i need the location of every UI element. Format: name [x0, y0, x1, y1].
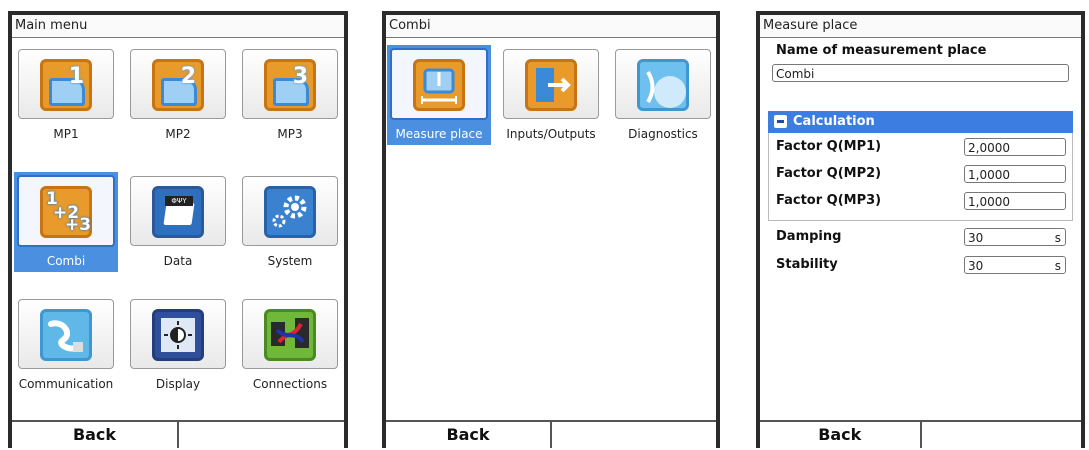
softkey-bar: Back [760, 420, 1081, 448]
tile-data[interactable]: Data [126, 172, 230, 272]
tile-communication[interactable]: Communication [14, 295, 118, 395]
softkey-right[interactable] [552, 422, 716, 448]
back-button[interactable]: Back [386, 422, 552, 448]
tile-label: Connections [252, 377, 328, 391]
softkey-right[interactable] [922, 422, 1082, 448]
communication-icon [40, 309, 92, 361]
gear-icon [264, 186, 316, 238]
inputs-outputs-icon [525, 59, 577, 111]
tile-label: Display [155, 377, 201, 391]
mp2-icon: 2 [152, 59, 204, 111]
folder-data-icon [152, 186, 204, 238]
combi-screen: Combi Measure place Inputs/Outputs Diagn… [382, 11, 720, 448]
tile-connections[interactable]: Connections [238, 295, 342, 395]
measure-place-icon [413, 59, 465, 111]
connections-icon [264, 309, 316, 361]
mp3-icon: 3 [264, 59, 316, 111]
tile-label: MP2 [165, 127, 191, 141]
factor-mp1-label: Factor Q(MP1) [776, 139, 882, 154]
tile-measure-place[interactable]: Measure place [387, 45, 491, 145]
tile-mp3[interactable]: 3 MP3 [238, 45, 342, 145]
tile-label: Measure place [387, 127, 491, 141]
mp1-icon: 1 [40, 59, 92, 111]
softkey-bar: Back [386, 420, 716, 448]
tile-label: Combi [14, 254, 118, 268]
damping-field[interactable]: 30 s [964, 228, 1066, 246]
tile-label: Communication [18, 377, 114, 391]
factor-mp2-field[interactable]: 1,0000 [964, 165, 1066, 183]
tile-system[interactable]: System [238, 172, 342, 272]
softkey-right[interactable] [179, 422, 344, 448]
back-button[interactable]: Back [12, 422, 179, 448]
tile-label: MP3 [277, 127, 303, 141]
tile-mp1[interactable]: 1 MP1 [14, 45, 118, 145]
factor-mp3-label: Factor Q(MP3) [776, 193, 882, 208]
collapse-icon[interactable] [774, 115, 787, 128]
screen-title: Main menu [12, 15, 344, 38]
name-field[interactable]: Combi [772, 64, 1069, 82]
tile-combi[interactable]: 1 +2 +3 Combi [14, 172, 118, 272]
combi-icon: 1 +2 +3 [40, 186, 92, 238]
tile-label: Data [163, 254, 193, 268]
factor-mp3-field[interactable]: 1,0000 [964, 192, 1066, 210]
diagnostics-icon [637, 59, 689, 111]
name-label: Name of measurement place [776, 43, 987, 58]
brightness-icon [152, 309, 204, 361]
stability-field[interactable]: 30 s [964, 256, 1066, 274]
tile-label: Inputs/Outputs [506, 127, 596, 141]
factor-mp2-label: Factor Q(MP2) [776, 166, 882, 181]
tile-inputs-outputs[interactable]: Inputs/Outputs [499, 45, 603, 145]
tile-label: Diagnostics [628, 127, 698, 141]
softkey-bar: Back [12, 420, 344, 448]
tile-display[interactable]: Display [126, 295, 230, 395]
measure-place-screen: Measure place Name of measurement place … [756, 11, 1085, 448]
back-button[interactable]: Back [760, 422, 922, 448]
damping-label: Damping [776, 229, 842, 244]
screen-title: Combi [386, 15, 716, 38]
calculation-section-header[interactable]: Calculation [768, 111, 1073, 133]
tile-label: MP1 [53, 127, 79, 141]
main-menu-screen: Main menu 1 MP1 2 MP2 3 MP3 1 +2 +3 Comb… [8, 11, 348, 448]
tile-label: System [267, 254, 313, 268]
tile-mp2[interactable]: 2 MP2 [126, 45, 230, 145]
stability-label: Stability [776, 257, 838, 272]
tile-diagnostics[interactable]: Diagnostics [611, 45, 715, 145]
factor-mp1-field[interactable]: 2,0000 [964, 138, 1066, 156]
screen-title: Measure place [760, 15, 1081, 38]
